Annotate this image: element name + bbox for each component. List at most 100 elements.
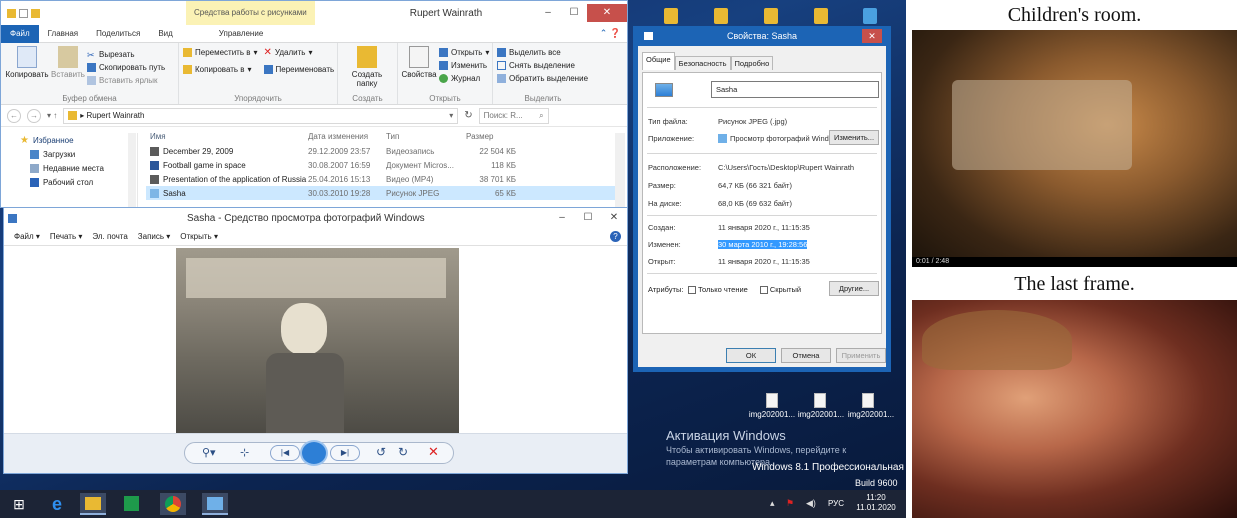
paste-shortcut-button[interactable]: Вставить ярлык <box>87 74 165 87</box>
file-explorer-icon[interactable] <box>80 493 106 515</box>
nav-downloads[interactable]: Загрузки <box>2 147 137 161</box>
move-to-button[interactable]: Переместить в ▾ <box>183 46 258 59</box>
select-all-button[interactable]: Выделить все <box>497 46 589 59</box>
folder-icon[interactable] <box>664 8 678 24</box>
tab-security[interactable]: Безопасность <box>674 56 731 70</box>
action-center-flag-icon[interactable]: ⚑ <box>786 498 794 509</box>
menu-burn[interactable]: Запись ▾ <box>138 232 171 241</box>
file-row[interactable]: December 29, 2009 29.12.2009 23:57 Видео… <box>146 144 616 158</box>
folder-icon[interactable] <box>7 8 16 18</box>
tab-share[interactable]: Поделиться <box>87 25 149 43</box>
next-button[interactable]: ▶| <box>330 445 360 461</box>
file-row-selected[interactable]: Sasha 30.03.2010 19:28 Рисунок JPEG 65 К… <box>146 186 616 200</box>
forward-button[interactable]: → <box>27 108 41 123</box>
internet-explorer-icon[interactable]: e <box>44 493 70 515</box>
edit-button[interactable]: Изменить <box>439 59 489 72</box>
tab-home[interactable]: Главная <box>39 25 87 43</box>
dropdown-arrow-icon[interactable]: ▾ <box>449 111 453 120</box>
copy-to-button[interactable]: Копировать в ▾ <box>183 63 258 76</box>
help-icon[interactable]: ⌃ ❓ <box>600 28 627 39</box>
zoom-icon[interactable]: ⚲▾ <box>202 446 216 459</box>
folder-icon[interactable] <box>714 8 728 24</box>
photo-viewer-taskbar-icon[interactable] <box>202 493 228 515</box>
image-file-icon[interactable] <box>862 393 874 408</box>
cut-button[interactable]: ✂ Вырезать <box>87 48 165 61</box>
folder-icon[interactable] <box>814 8 828 24</box>
store-icon[interactable] <box>118 493 144 515</box>
column-name[interactable]: Имя <box>146 132 308 141</box>
language-indicator[interactable]: РУС <box>828 499 844 508</box>
file-list-scrollbar[interactable] <box>615 133 625 208</box>
chrome-icon[interactable] <box>160 493 186 515</box>
menu-file[interactable]: Файл ▾ <box>14 232 40 241</box>
address-box[interactable]: ▸ Rupert Wainrath ▾ <box>63 107 459 124</box>
close-button[interactable]: ✕ <box>862 29 882 43</box>
invert-selection-button[interactable]: Обратить выделение <box>497 72 589 85</box>
rotate-left-icon[interactable]: ↺ <box>376 445 386 459</box>
file-name-field[interactable]: Sasha <box>711 81 879 98</box>
column-size[interactable]: Размер <box>466 132 516 141</box>
paste-button[interactable]: Вставить <box>51 46 85 101</box>
desktop-file-label[interactable]: img202001... <box>845 410 897 419</box>
select-none-button[interactable]: Снять выделение <box>497 59 589 72</box>
back-button[interactable]: ← <box>7 108 21 123</box>
nav-scrollbar[interactable] <box>128 133 136 208</box>
nav-desktop[interactable]: Рабочий стол <box>2 175 137 189</box>
new-folder-button[interactable]: Создать папку <box>342 46 392 88</box>
tab-file[interactable]: Файл <box>1 24 39 43</box>
properties-icon[interactable] <box>19 8 28 18</box>
copy-path-button[interactable]: Скопировать путь <box>87 61 165 74</box>
nav-recent[interactable]: Недавние места <box>2 161 137 175</box>
menu-open[interactable]: Открыть ▾ <box>180 232 218 241</box>
column-date[interactable]: Дата изменения <box>308 132 386 141</box>
menu-print[interactable]: Печать ▾ <box>50 232 82 241</box>
clock[interactable]: 11:20 11.01.2020 <box>856 493 896 513</box>
readonly-checkbox[interactable] <box>688 285 696 294</box>
folder-icon[interactable] <box>764 8 778 24</box>
minimize-button[interactable]: – <box>549 209 575 227</box>
desktop-file-label[interactable]: img202001... <box>795 410 847 419</box>
minimize-button[interactable]: – <box>535 4 561 22</box>
file-row[interactable]: Football game in space 30.08.2007 16:59 … <box>146 158 616 172</box>
copy-button[interactable]: Копировать <box>5 46 49 101</box>
open-button[interactable]: Открыть ▾ <box>439 46 489 59</box>
help-icon[interactable]: ? <box>610 231 621 242</box>
image-file-icon[interactable] <box>814 393 826 408</box>
tab-manage[interactable]: Управление <box>210 25 272 43</box>
history-button[interactable]: Журнал <box>439 72 489 85</box>
search-box[interactable]: Поиск: R... ⌕ <box>478 107 549 124</box>
other-attributes-button[interactable]: Другие... <box>829 281 879 296</box>
previous-button[interactable]: |◀ <box>270 445 300 461</box>
rotate-right-icon[interactable]: ↻ <box>398 445 408 459</box>
menu-email[interactable]: Эл. почта <box>92 232 127 241</box>
close-button[interactable]: ✕ <box>601 209 627 227</box>
hidden-checkbox[interactable] <box>759 285 768 294</box>
close-button[interactable]: ✕ <box>587 4 627 22</box>
tray-arrow-icon[interactable]: ▴ <box>770 498 775 509</box>
column-type[interactable]: Тип <box>386 132 466 141</box>
cancel-button[interactable]: Отмена <box>781 348 831 363</box>
image-file-icon[interactable] <box>766 393 778 408</box>
desktop-file-label[interactable]: img202001... <box>746 410 798 419</box>
change-app-button[interactable]: Изменить... <box>829 130 879 145</box>
maximize-button[interactable]: ☐ <box>575 209 601 227</box>
delete-icon[interactable]: ✕ <box>428 444 439 460</box>
actual-size-icon[interactable]: ⊹ <box>240 446 249 459</box>
tab-general[interactable]: Общие <box>642 52 675 70</box>
start-button[interactable]: ⊞ <box>6 493 32 515</box>
up-button[interactable]: ▾ ↑ <box>47 111 57 120</box>
tab-details[interactable]: Подробно <box>730 56 774 70</box>
apply-button[interactable]: Применить <box>836 348 886 363</box>
file-row[interactable]: Presentation of the application of Russi… <box>146 172 616 186</box>
refresh-icon[interactable]: ↻ <box>464 110 472 121</box>
delete-button[interactable]: ✕ Удалить ▾ <box>264 46 335 59</box>
properties-button[interactable]: Свойства <box>401 46 437 101</box>
slideshow-button[interactable] <box>300 440 328 466</box>
modified-value[interactable]: 30 марта 2010 г., 19:28:56 <box>718 240 808 249</box>
new-folder-icon[interactable] <box>31 8 40 18</box>
rename-button[interactable]: Переименовать <box>263 63 334 76</box>
tab-view[interactable]: Вид <box>149 25 181 43</box>
volume-icon[interactable]: ◀) <box>806 498 816 509</box>
recycle-bin-icon[interactable] <box>863 8 877 24</box>
maximize-button[interactable]: ☐ <box>561 4 587 22</box>
